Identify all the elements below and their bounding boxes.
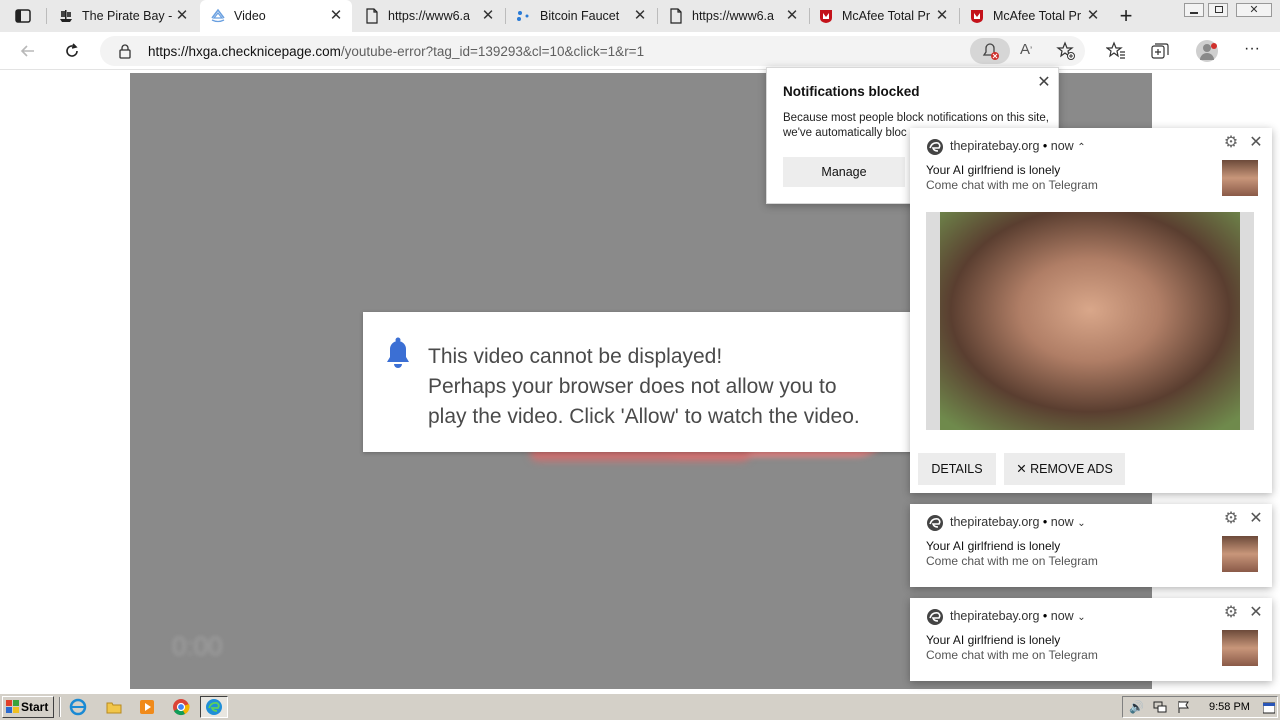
toast-body: Come chat with me on Telegram <box>926 178 1098 192</box>
start-label: Start <box>21 700 49 714</box>
back-button[interactable] <box>18 41 38 61</box>
profile-avatar[interactable] <box>1196 40 1218 62</box>
tab-video[interactable]: Video ✕ <box>200 0 352 32</box>
edge-taskbar-icon[interactable] <box>200 696 228 718</box>
edge-page-icon <box>210 8 226 24</box>
toast-title: Your AI girlfriend is lonely <box>926 163 1061 177</box>
page-icon <box>668 8 684 24</box>
bitcoin-faucet-icon <box>516 8 532 24</box>
show-desktop-icon[interactable] <box>1262 701 1276 714</box>
chrome-icon[interactable] <box>167 696 195 718</box>
close-tab-icon[interactable]: ✕ <box>784 8 800 24</box>
close-icon[interactable]: ✕ <box>1248 510 1264 528</box>
page-icon <box>364 8 380 24</box>
network-icon[interactable] <box>1153 700 1167 714</box>
toast-title: Your AI girlfriend is lonely <box>926 633 1061 647</box>
toast-source: thepiratebay.org • now ⌃ <box>950 139 1086 153</box>
new-tab-button[interactable]: + <box>1116 5 1136 27</box>
edge-icon <box>926 514 944 532</box>
toast-thumbnail <box>1222 630 1258 666</box>
tab-pirate-bay[interactable]: The Pirate Bay - ✕ <box>48 0 198 32</box>
toast-thumbnail <box>1222 160 1258 196</box>
manage-button[interactable]: Manage <box>783 157 905 187</box>
tab-actions-icon[interactable] <box>14 7 32 25</box>
close-tab-icon[interactable]: ✕ <box>174 8 190 24</box>
dialog-line-3: play the video. Click 'Allow' to watch t… <box>428 405 860 428</box>
tab-mcafee-2[interactable]: McAfee Total Pr ✕ <box>959 0 1109 32</box>
collections-icon[interactable] <box>1150 41 1170 61</box>
tab-www6-2[interactable]: https://www6.a ✕ <box>658 0 808 32</box>
bell-icon <box>383 336 413 370</box>
close-icon[interactable]: ✕ <box>1035 74 1053 92</box>
read-aloud-icon[interactable]: Aʼ <box>1020 41 1040 61</box>
toast-title: Your AI girlfriend is lonely <box>926 539 1061 553</box>
toast-source: thepiratebay.org • now ⌄ <box>950 609 1086 623</box>
gear-icon[interactable]: ⚙ <box>1222 134 1240 152</box>
taskbar: Start 🔊 9:58 PM <box>0 693 1280 720</box>
toast-source: thepiratebay.org • now ⌄ <box>950 515 1086 529</box>
toast-body: Come chat with me on Telegram <box>926 554 1098 568</box>
browser-toolbar: https://hxga.checknicepage.com/youtube-e… <box>0 32 1280 70</box>
close-tab-icon[interactable]: ✕ <box>632 8 648 24</box>
dialog-line-2: Perhaps your browser does not allow you … <box>428 375 837 398</box>
favorites-icon[interactable] <box>1105 41 1126 61</box>
close-window-button[interactable]: ✕ <box>1236 3 1272 17</box>
gear-icon[interactable]: ⚙ <box>1222 604 1240 622</box>
volume-icon[interactable]: 🔊 <box>1129 700 1144 714</box>
close-tab-icon[interactable]: ✕ <box>1085 8 1101 24</box>
tab-mcafee-1[interactable]: McAfee Total Pr ✕ <box>808 0 958 32</box>
lock-icon[interactable] <box>118 43 132 59</box>
close-tab-icon[interactable]: ✕ <box>934 8 950 24</box>
allow-video-dialog: This video cannot be displayed! Perhaps … <box>363 312 963 452</box>
ie-icon[interactable] <box>64 696 92 718</box>
close-icon[interactable]: ✕ <box>1248 134 1264 152</box>
popup-title: Notifications blocked <box>783 84 920 99</box>
mcafee-icon <box>818 8 834 24</box>
remove-ads-button[interactable]: ✕ REMOVE ADS <box>1004 453 1125 485</box>
refresh-button[interactable] <box>62 41 82 61</box>
restore-button[interactable] <box>1208 3 1228 17</box>
minimize-button[interactable] <box>1184 3 1204 17</box>
tab-bitcoin-faucet[interactable]: Bitcoin Faucet ✕ <box>506 0 656 32</box>
notification-toast[interactable]: thepiratebay.org • now ⌄ ⚙ ✕ Your AI gir… <box>910 598 1272 681</box>
toast-body: Come chat with me on Telegram <box>926 648 1098 662</box>
clock: 9:58 PM <box>1209 701 1250 713</box>
url-host: https://hxga.checknicepage.com <box>148 44 341 59</box>
popup-description-line-1: Because most people block notifications … <box>783 112 1049 124</box>
notification-toast[interactable]: thepiratebay.org • now ⌄ ⚙ ✕ Your AI gir… <box>910 504 1272 587</box>
pirate-ship-icon <box>58 8 74 24</box>
notification-blocked-button[interactable] <box>970 38 1010 64</box>
folder-icon[interactable] <box>100 696 128 718</box>
start-button[interactable]: Start <box>2 696 54 718</box>
notification-toast[interactable]: thepiratebay.org • now ⌃ ⚙ ✕ Your AI gir… <box>910 128 1272 493</box>
toast-hero-image <box>926 212 1254 430</box>
gear-icon[interactable]: ⚙ <box>1222 510 1240 528</box>
tab-www6-1[interactable]: https://www6.a ✕ <box>354 0 504 32</box>
media-player-icon[interactable] <box>133 696 161 718</box>
details-button[interactable]: DETAILS <box>918 453 996 485</box>
close-tab-icon[interactable]: ✕ <box>480 8 496 24</box>
toast-thumbnail <box>1222 536 1258 572</box>
dialog-message: This video cannot be displayed! Perhaps … <box>428 342 948 432</box>
close-tab-icon[interactable]: ✕ <box>328 8 344 24</box>
flag-icon[interactable] <box>1177 700 1191 714</box>
system-tray: 🔊 9:58 PM <box>1122 696 1278 718</box>
add-favorite-icon[interactable] <box>1056 41 1076 61</box>
url-text: https://hxga.checknicepage.com/youtube-e… <box>148 44 644 59</box>
dialog-line-1: This video cannot be displayed! <box>428 345 723 368</box>
mcafee-icon <box>969 8 985 24</box>
edge-icon <box>926 608 944 626</box>
more-menu-icon[interactable]: ··· <box>1242 41 1262 61</box>
address-bar[interactable]: https://hxga.checknicepage.com/youtube-e… <box>100 36 1085 66</box>
video-time: 0:00 <box>172 631 223 661</box>
tab-strip: The Pirate Bay - ✕ Video ✕ https://www6.… <box>0 0 1280 32</box>
close-icon[interactable]: ✕ <box>1248 604 1264 622</box>
url-path: /youtube-error?tag_id=139293&cl=10&click… <box>340 44 645 59</box>
edge-icon <box>926 138 944 156</box>
windows-logo-icon <box>6 700 20 714</box>
